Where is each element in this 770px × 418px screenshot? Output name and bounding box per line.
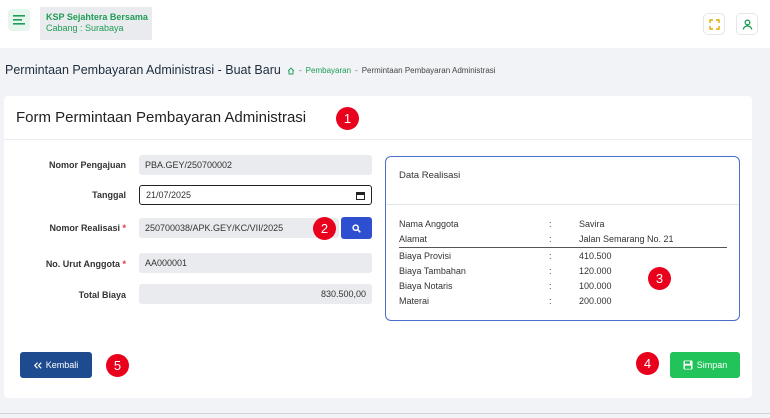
search-icon (352, 223, 361, 233)
save-button-label: Simpan (696, 360, 728, 370)
total-biaya-label: Total Biaya (78, 290, 126, 300)
nomor-realisasi-field: 250700038/APK.GEY/KC/VII/2025 (139, 218, 339, 238)
annotation-marker-2: 2 (313, 217, 336, 240)
form-title: Form Permintaan Pembayaran Administrasi (16, 109, 307, 126)
detail-key: Biaya Notaris (399, 281, 453, 291)
tanggal-value: 21/07/2025 (146, 190, 192, 200)
list-item: Alamat : Jalan Semarang No. 21 (399, 234, 729, 246)
fullscreen-button[interactable] (703, 13, 725, 35)
fullscreen-icon (708, 18, 720, 30)
double-chevron-left-icon (33, 361, 42, 369)
data-realisasi-panel: Data Realisasi Nama Anggota : Savira Ala… (385, 156, 740, 321)
no-urut-anggota-field: AA000001 (139, 253, 372, 273)
detail-key: Alamat (399, 234, 428, 244)
top-bar: KSP Sejahtera Bersama Cabang : Surabaya (0, 0, 770, 48)
tanggal-date-input[interactable]: 21/07/2025 (139, 185, 372, 205)
organization-badge: KSP Sejahtera Bersama Cabang : Surabaya (40, 7, 152, 40)
form-card-header: Form Permintaan Pembayaran Administrasi (4, 96, 752, 140)
tanggal-label: Tanggal (92, 190, 126, 200)
detail-colon: : (549, 234, 552, 244)
detail-colon: : (549, 219, 552, 229)
detail-value: 200.000 (579, 296, 612, 306)
breadcrumb-separator: - (299, 66, 302, 75)
total-biaya-field: 830.500,00 (139, 284, 372, 304)
organization-name: KSP Sejahtera Bersama (46, 12, 148, 22)
detail-key: Nama Anggota (399, 219, 459, 229)
detail-value: 410.500 (579, 251, 612, 261)
search-realisasi-button[interactable] (341, 217, 372, 239)
required-asterisk: * (122, 223, 126, 233)
breadcrumb-separator: - (355, 66, 358, 75)
panel-divider (386, 204, 739, 205)
detail-colon: : (549, 296, 552, 306)
back-button[interactable]: Kembali (20, 352, 92, 378)
detail-value: 100.000 (579, 281, 612, 291)
required-asterisk: * (122, 259, 126, 269)
page-title: Permintaan Pembayaran Administrasi - Bua… (5, 63, 281, 77)
nomor-pengajuan-label: Nomor Pengajuan (48, 160, 126, 170)
list-item: Biaya Notaris : 100.000 (399, 281, 729, 293)
detail-value: Jalan Semarang No. 21 (579, 234, 674, 244)
list-item: Materai : 200.000 (399, 296, 729, 308)
data-realisasi-title: Data Realisasi (399, 170, 461, 181)
detail-value: Savira (579, 219, 605, 229)
breadcrumb: - Pembayaran - Permintaan Pembayaran Adm… (287, 66, 496, 75)
detail-colon: : (549, 281, 552, 291)
panel-rule (399, 247, 727, 248)
user-profile-button[interactable] (736, 13, 758, 35)
calendar-icon[interactable] (356, 191, 365, 200)
detail-key: Biaya Tambahan (399, 266, 466, 276)
annotation-marker-5: 5 (106, 354, 129, 377)
breadcrumb-current: Permintaan Pembayaran Administrasi (361, 66, 496, 75)
detail-colon: : (549, 251, 552, 261)
home-icon[interactable] (287, 66, 295, 75)
no-urut-anggota-label: No. Urut Anggota * (20, 259, 126, 269)
list-item: Biaya Provisi : 410.500 (399, 251, 729, 263)
menu-toggle-button[interactable] (8, 9, 30, 31)
detail-key: Biaya Provisi (399, 251, 452, 261)
list-item: Biaya Tambahan : 120.000 (399, 266, 729, 278)
detail-colon: : (549, 266, 552, 276)
nomor-realisasi-label-text: Nomor Realisasi (49, 223, 120, 233)
annotation-marker-3: 3 (648, 267, 671, 290)
detail-key: Materai (399, 296, 430, 306)
nomor-pengajuan-field: PBA.GEY/250700002 (139, 155, 372, 175)
save-button[interactable]: Simpan (670, 352, 740, 378)
no-urut-anggota-label-text: No. Urut Anggota (45, 259, 120, 269)
list-item: Nama Anggota : Savira (399, 219, 729, 231)
annotation-marker-1: 1 (336, 107, 359, 130)
branch-name: Cabang : Surabaya (46, 23, 124, 33)
annotation-marker-4: 4 (636, 352, 659, 375)
save-icon (683, 360, 693, 370)
nomor-realisasi-label: Nomor Realisasi * (20, 223, 126, 233)
back-button-label: Kembali (45, 360, 79, 370)
user-icon (742, 19, 752, 30)
detail-value: 120.000 (579, 266, 612, 276)
breadcrumb-link-pembayaran[interactable]: Pembayaran (306, 66, 351, 75)
footer-divider (0, 413, 770, 414)
menu-icon (13, 15, 25, 25)
